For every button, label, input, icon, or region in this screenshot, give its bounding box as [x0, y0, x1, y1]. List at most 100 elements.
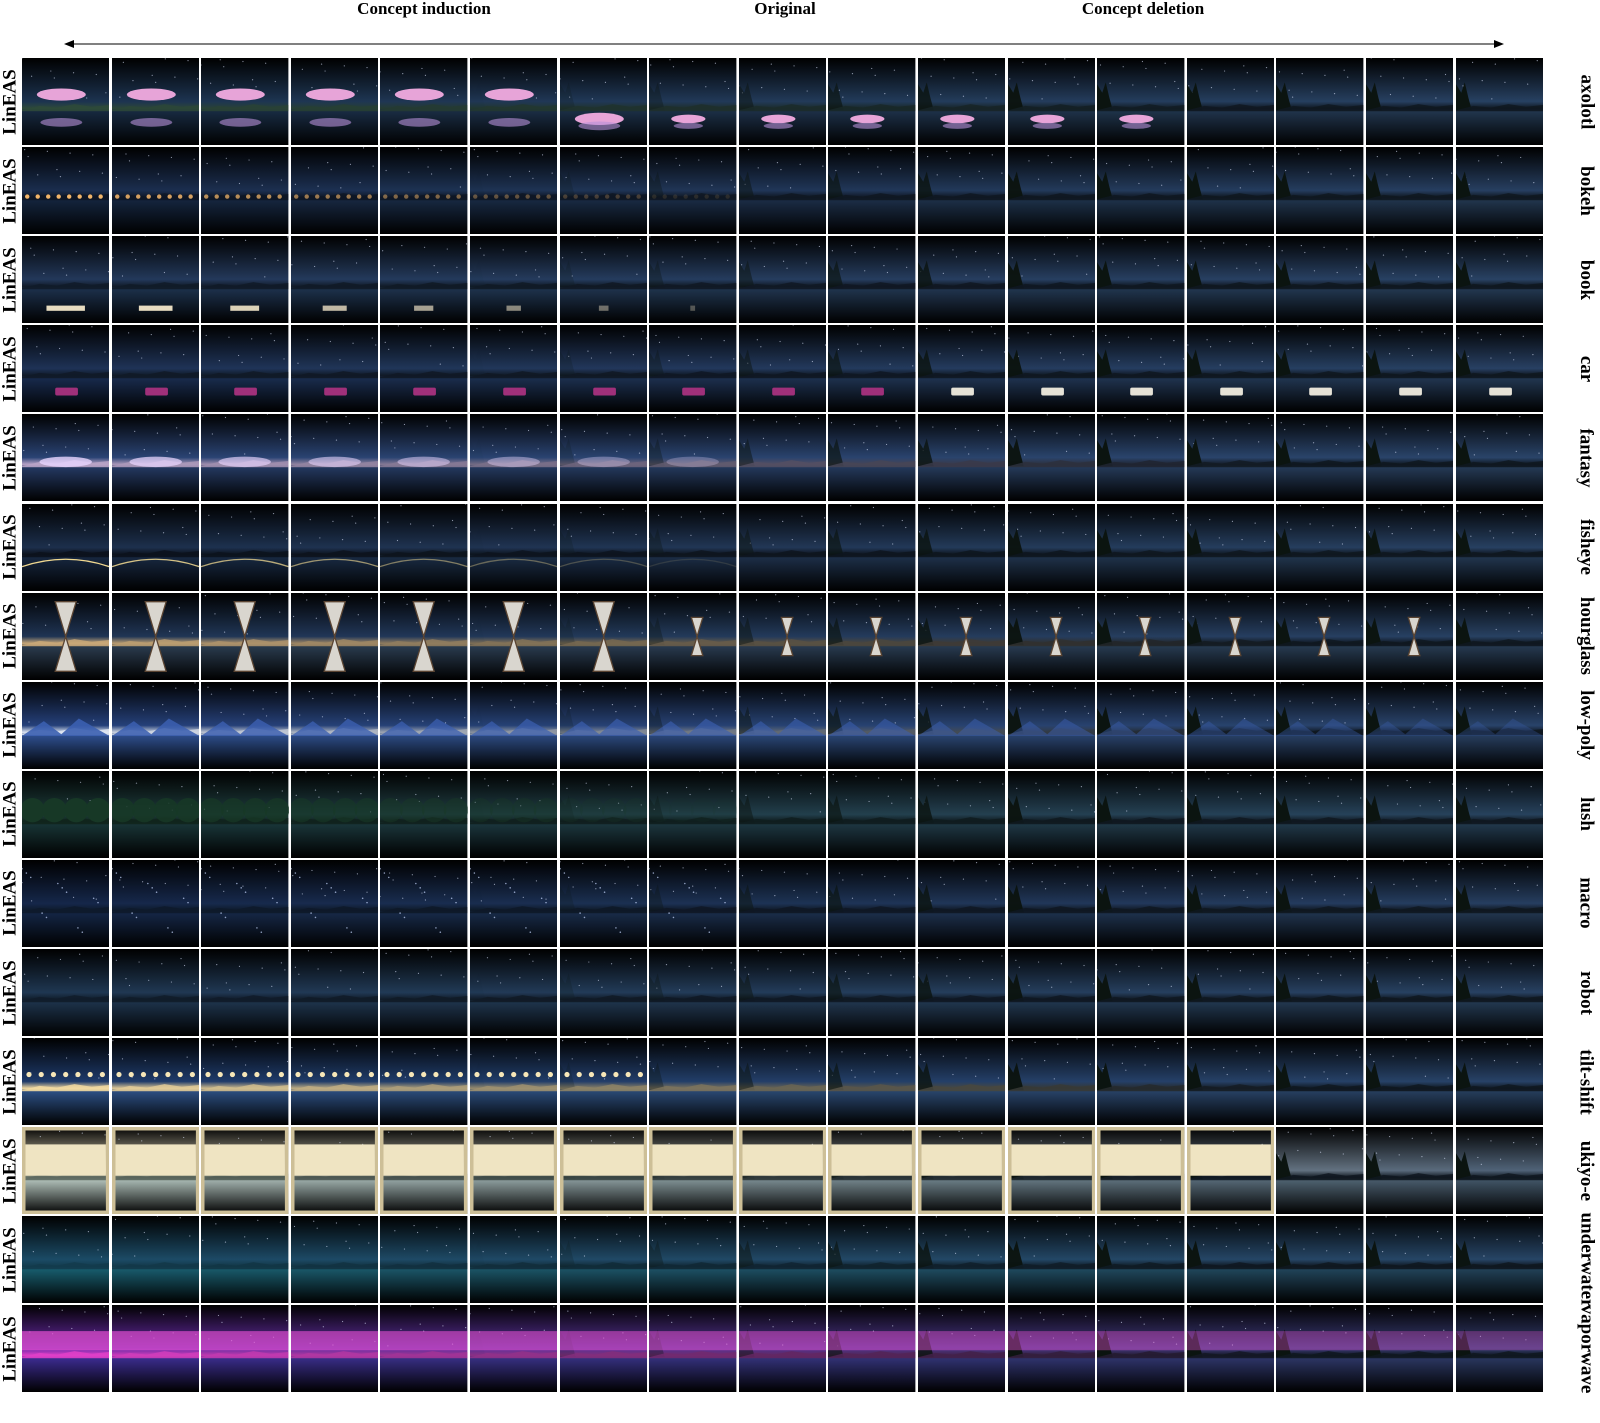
star — [566, 528, 569, 530]
star — [982, 960, 984, 962]
macro-speck — [599, 886, 601, 889]
scene-background — [380, 1038, 468, 1126]
star — [1048, 807, 1050, 809]
star — [60, 699, 62, 701]
star — [593, 449, 595, 451]
star — [1357, 877, 1359, 879]
star — [975, 861, 978, 864]
star — [780, 951, 782, 954]
star — [1060, 180, 1062, 182]
scene-image — [380, 147, 468, 235]
star — [1187, 85, 1190, 87]
star — [692, 60, 694, 63]
axolotl-body — [126, 88, 176, 101]
star — [541, 978, 544, 981]
macro-speck — [256, 926, 258, 929]
star — [248, 159, 250, 161]
star — [572, 61, 574, 63]
grid-image — [1097, 592, 1185, 680]
star — [115, 176, 117, 179]
star — [350, 774, 352, 776]
star — [756, 339, 758, 341]
scene-image — [201, 58, 289, 145]
star — [1380, 75, 1382, 77]
star — [763, 1048, 765, 1051]
method-label: LinEAS — [0, 949, 22, 1036]
star — [1532, 964, 1534, 967]
star — [1310, 350, 1312, 353]
star — [968, 977, 971, 979]
star — [712, 708, 714, 710]
star — [1384, 605, 1386, 608]
grid-image — [380, 236, 468, 324]
star — [415, 793, 417, 795]
star — [265, 887, 267, 889]
macro-speck — [260, 931, 263, 933]
star — [754, 771, 757, 773]
scene-image — [738, 949, 827, 1036]
star — [1063, 58, 1066, 60]
star — [1083, 705, 1086, 707]
star — [211, 433, 214, 436]
star — [117, 528, 119, 530]
scene-image — [290, 147, 379, 235]
star — [913, 151, 915, 153]
tilt-shift-light — [50, 1072, 57, 1078]
scene-image — [201, 1038, 289, 1126]
star — [674, 417, 677, 419]
method-label-text: LinEAS — [0, 246, 22, 313]
star — [741, 874, 743, 877]
grid-image — [828, 236, 916, 324]
star — [1117, 532, 1119, 534]
grid-image — [1276, 58, 1364, 145]
star — [577, 332, 579, 334]
star — [486, 957, 489, 959]
star — [336, 1050, 338, 1052]
star — [1346, 248, 1348, 250]
grid-image — [111, 770, 199, 858]
star — [1327, 1078, 1329, 1080]
star — [437, 272, 439, 274]
star — [863, 442, 865, 444]
star — [815, 66, 818, 69]
tree-canopy — [422, 797, 447, 823]
tilt-shift-light — [458, 1072, 464, 1078]
grid-image — [1007, 58, 1095, 145]
star — [287, 1060, 289, 1063]
star — [481, 686, 483, 688]
macro-speck — [119, 876, 122, 879]
star — [333, 1043, 335, 1045]
star — [169, 329, 171, 331]
star — [1467, 356, 1469, 358]
star — [1394, 624, 1396, 626]
star — [118, 96, 121, 98]
star — [339, 1142, 341, 1144]
grid-image — [1455, 949, 1543, 1036]
scene-image — [1455, 236, 1543, 324]
bokeh-light — [293, 194, 299, 199]
star — [1249, 988, 1251, 990]
grid-image — [1366, 147, 1454, 235]
star — [1461, 257, 1463, 259]
grid-image — [290, 58, 379, 145]
scene-image — [201, 236, 289, 324]
concept-label-text: underwater — [1576, 1212, 1598, 1308]
star — [105, 92, 107, 94]
grid-image — [738, 503, 827, 591]
star — [1378, 507, 1380, 509]
star — [493, 883, 496, 885]
book — [46, 305, 85, 312]
star — [1444, 898, 1447, 900]
star — [1245, 1068, 1247, 1071]
star — [591, 98, 593, 100]
grid-image — [111, 414, 199, 502]
star — [691, 362, 693, 364]
star — [79, 953, 81, 955]
star — [1090, 804, 1092, 806]
star — [633, 182, 635, 184]
star — [955, 256, 958, 258]
star — [607, 1043, 609, 1045]
macro-speck — [509, 886, 511, 889]
star — [903, 957, 906, 960]
star — [620, 156, 622, 159]
